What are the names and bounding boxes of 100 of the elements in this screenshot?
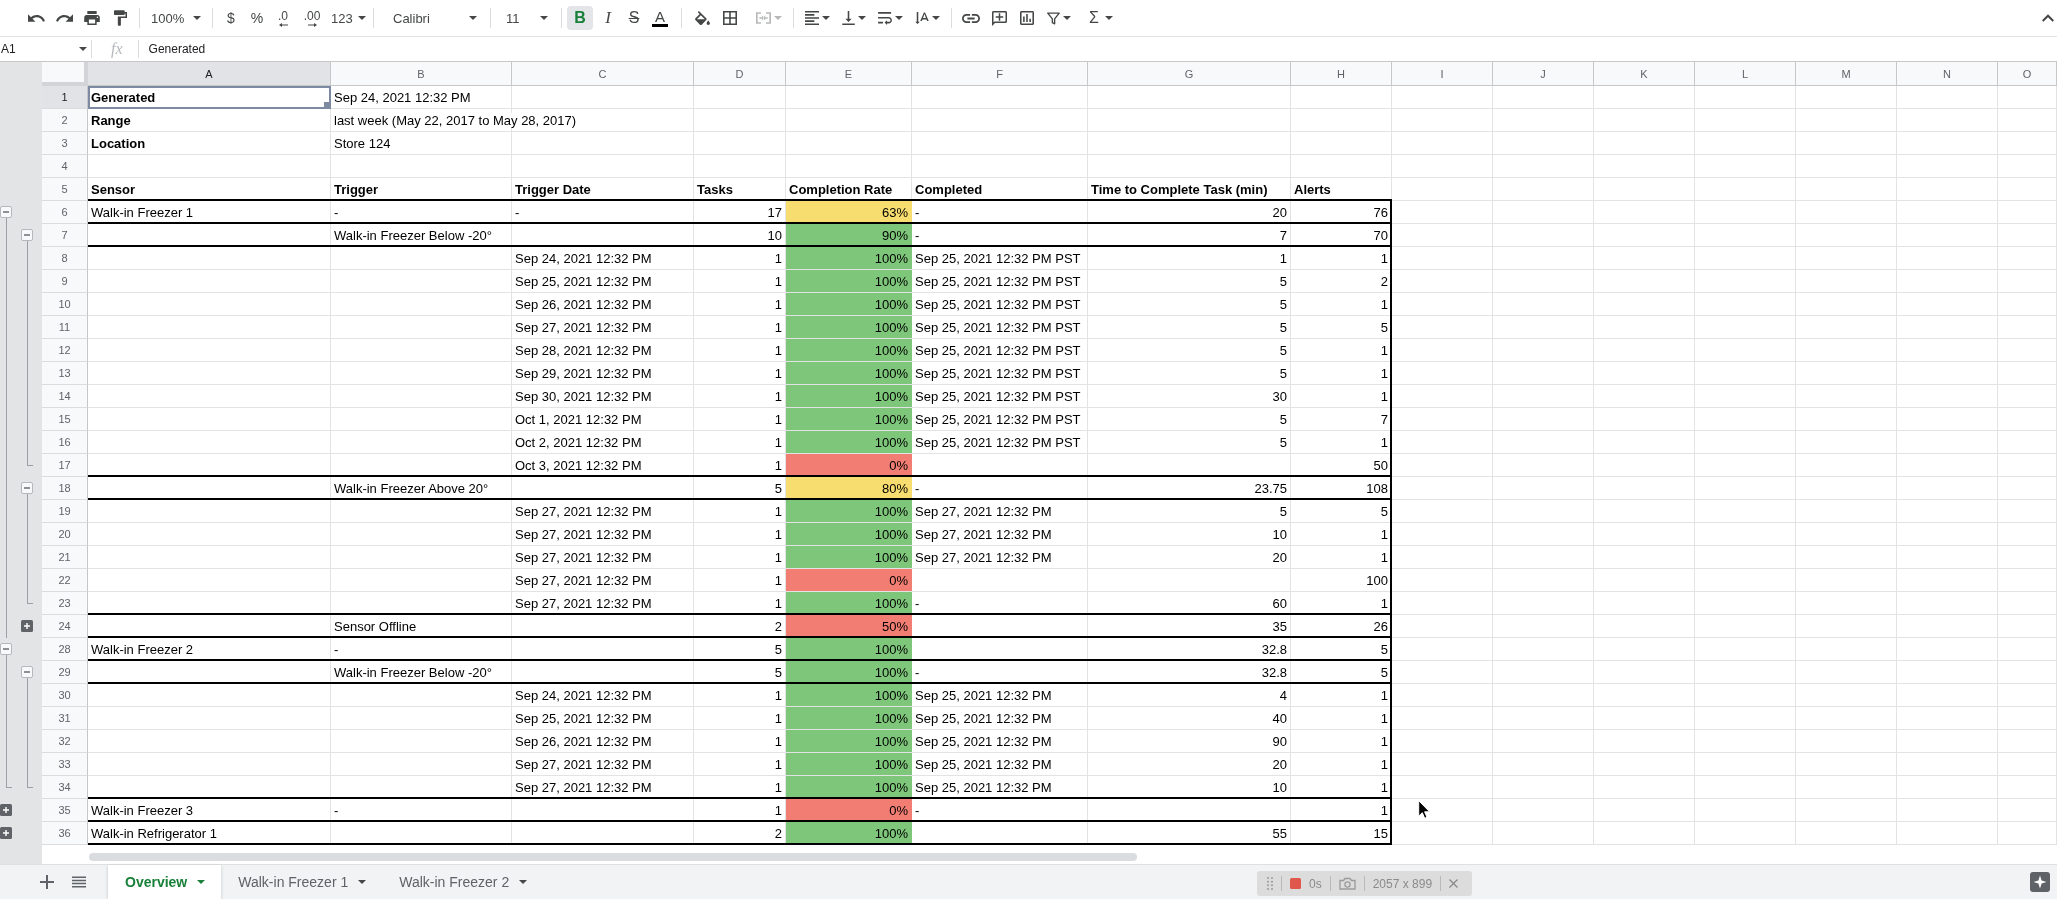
row-header[interactable]: 28 xyxy=(42,638,88,661)
row-header[interactable]: 3 xyxy=(42,132,88,155)
row-header[interactable]: 21 xyxy=(42,546,88,569)
redo-icon[interactable] xyxy=(55,14,73,22)
minus-icon[interactable] xyxy=(0,206,12,218)
row-header[interactable]: 12 xyxy=(42,339,88,362)
text-rotate-icon[interactable] xyxy=(915,12,929,24)
plus-icon[interactable] xyxy=(0,804,12,816)
column-header[interactable]: I xyxy=(1392,62,1493,86)
printer-icon[interactable] xyxy=(84,11,100,25)
text-wrap-icon[interactable] xyxy=(878,11,892,25)
row-header[interactable]: 5 xyxy=(42,178,88,201)
cell-selection-outline[interactable] xyxy=(88,86,331,109)
caret-down-icon[interactable] xyxy=(469,16,477,20)
row-header[interactable]: 22 xyxy=(42,569,88,592)
row-header[interactable]: 32 xyxy=(42,730,88,753)
column-header[interactable]: F xyxy=(912,62,1088,86)
minus-icon[interactable] xyxy=(21,666,33,678)
bar-chart-icon[interactable] xyxy=(1020,11,1034,25)
column-header[interactable]: J xyxy=(1493,62,1594,86)
column-header[interactable]: H xyxy=(1291,62,1392,86)
align-bottom-icon[interactable] xyxy=(842,11,855,25)
link-icon[interactable] xyxy=(962,13,980,23)
list-icon[interactable] xyxy=(72,876,86,888)
functions-button[interactable]: Σ xyxy=(1089,6,1113,30)
sheet-tab[interactable]: Walk-in Freezer 1 xyxy=(221,865,383,899)
minus-icon[interactable] xyxy=(21,482,33,494)
increase-decimal-button[interactable]: .00 xyxy=(296,6,328,30)
row-header[interactable]: 4 xyxy=(42,155,88,178)
row-header[interactable]: 35 xyxy=(42,799,88,822)
caret-down-icon[interactable] xyxy=(932,16,940,20)
row-header[interactable]: 29 xyxy=(42,661,88,684)
column-header[interactable]: A xyxy=(88,62,331,86)
percent-button[interactable]: % xyxy=(244,6,270,30)
column-header[interactable]: G xyxy=(1088,62,1291,86)
row-header[interactable]: 14 xyxy=(42,385,88,408)
row-header[interactable]: 6 xyxy=(42,201,88,224)
row-header[interactable]: 2 xyxy=(42,109,88,132)
row-header[interactable]: 23 xyxy=(42,592,88,615)
caret-down-icon[interactable] xyxy=(822,16,830,20)
row-header[interactable]: 10 xyxy=(42,293,88,316)
column-header[interactable]: O xyxy=(1998,62,2057,86)
fill-handle[interactable] xyxy=(324,102,329,107)
row-header[interactable]: 20 xyxy=(42,523,88,546)
strikethrough-button[interactable]: S xyxy=(621,6,647,30)
horizontal-scrollbar[interactable] xyxy=(89,853,1137,861)
formula-field[interactable]: Generated xyxy=(138,37,2057,61)
row-header[interactable]: 16 xyxy=(42,431,88,454)
row-header[interactable]: 1 xyxy=(42,86,88,109)
name-box[interactable]: A1 xyxy=(0,37,91,61)
text-color-button[interactable]: A xyxy=(647,6,673,30)
paint-roller-icon[interactable] xyxy=(113,10,127,26)
caret-down-icon[interactable] xyxy=(193,16,201,20)
column-header[interactable]: N xyxy=(1897,62,1998,86)
grid-icon[interactable] xyxy=(723,11,737,25)
italic-button[interactable]: I xyxy=(595,6,621,30)
row-header[interactable]: 24 xyxy=(42,615,88,638)
caret-down-icon[interactable] xyxy=(540,16,548,20)
decrease-decimal-button[interactable]: .0 xyxy=(270,6,296,30)
chevron-up-icon[interactable] xyxy=(2042,14,2054,22)
align-left-icon[interactable] xyxy=(805,11,819,25)
column-header[interactable]: M xyxy=(1796,62,1897,86)
font-size-select[interactable]: 11 xyxy=(496,6,556,30)
caret-down-icon[interactable] xyxy=(519,880,528,884)
caret-down-icon[interactable] xyxy=(1063,16,1071,20)
minus-icon[interactable] xyxy=(0,643,12,655)
plus-icon[interactable] xyxy=(0,827,12,839)
caret-down-icon[interactable] xyxy=(79,47,87,51)
caret-down-icon[interactable] xyxy=(197,880,206,884)
paint-bucket-icon[interactable] xyxy=(694,11,710,25)
column-header[interactable]: C xyxy=(512,62,694,86)
row-header[interactable]: 13 xyxy=(42,362,88,385)
column-header[interactable]: B xyxy=(331,62,512,86)
plus-icon[interactable] xyxy=(40,875,54,889)
caret-down-icon[interactable] xyxy=(1104,16,1113,20)
plus-icon[interactable] xyxy=(21,620,33,632)
row-header[interactable]: 8 xyxy=(42,247,88,270)
grip-dots-icon[interactable] xyxy=(1267,877,1273,890)
row-header[interactable]: 18 xyxy=(42,477,88,500)
currency-button[interactable]: $ xyxy=(218,6,244,30)
sparkle-icon[interactable] xyxy=(2030,872,2050,892)
caret-down-icon[interactable] xyxy=(358,16,366,20)
sheet-tab[interactable]: Walk-in Freezer 2 xyxy=(382,865,544,899)
zoom-select[interactable]: 100% xyxy=(145,6,207,30)
row-header[interactable]: 19 xyxy=(42,500,88,523)
row-header[interactable]: 9 xyxy=(42,270,88,293)
row-header[interactable]: 15 xyxy=(42,408,88,431)
row-header[interactable]: 17 xyxy=(42,454,88,477)
minus-icon[interactable] xyxy=(21,229,33,241)
undo-icon[interactable] xyxy=(27,14,45,22)
row-header[interactable]: 33 xyxy=(42,753,88,776)
column-header[interactable]: E xyxy=(786,62,912,86)
caret-down-icon[interactable] xyxy=(858,16,866,20)
row-header[interactable]: 34 xyxy=(42,776,88,799)
sheet-tab[interactable]: Overview xyxy=(108,865,222,899)
number-format-select[interactable]: 123 xyxy=(328,6,368,30)
caret-down-icon[interactable] xyxy=(358,880,367,884)
row-header[interactable]: 36 xyxy=(42,822,88,845)
close-icon[interactable] xyxy=(1449,879,1459,888)
comment-plus-icon[interactable] xyxy=(991,10,1007,26)
